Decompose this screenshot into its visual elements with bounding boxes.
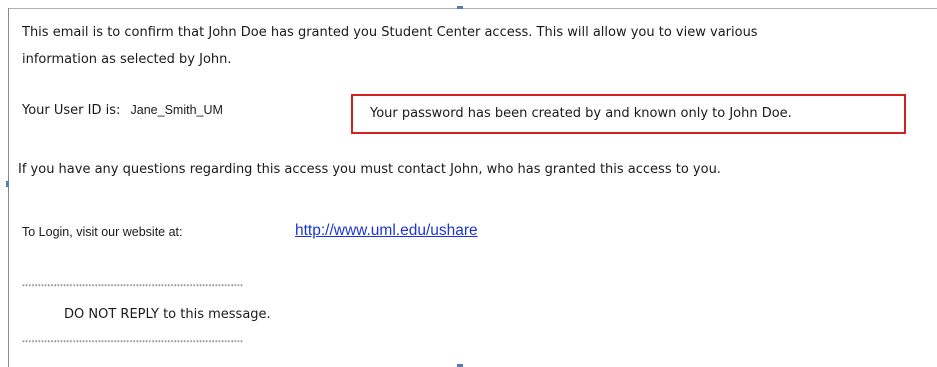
- user-id-label: Your User ID is:: [22, 103, 121, 118]
- password-notice-text: Your password has been created by and kn…: [370, 106, 792, 121]
- resize-handle-top[interactable]: [457, 6, 463, 9]
- login-link[interactable]: http://www.uml.edu/ushare: [295, 222, 478, 240]
- text-box-top-border: [8, 8, 937, 9]
- login-label: To Login, visit our website at:: [22, 225, 183, 239]
- no-reply-notice: DO NOT REPLY to this message.: [64, 307, 271, 322]
- user-id-value: Jane_Smith_UM: [130, 103, 223, 117]
- resize-handle-left[interactable]: [6, 181, 9, 187]
- intro-line-2: information as selected by John.: [22, 52, 232, 67]
- contact-line: If you have any questions regarding this…: [18, 162, 721, 177]
- separator-stars-bottom: ****************************************…: [22, 340, 244, 346]
- password-notice-highlight: Your password has been created by and kn…: [351, 94, 906, 134]
- email-text-box: This email is to confirm that John Doe h…: [0, 0, 937, 367]
- separator-stars-top: ****************************************…: [22, 284, 244, 290]
- text-box-left-border: [8, 8, 9, 367]
- user-id-row: Your User ID is: Jane_Smith_UM: [22, 103, 223, 118]
- intro-line-1: This email is to confirm that John Doe h…: [22, 25, 758, 40]
